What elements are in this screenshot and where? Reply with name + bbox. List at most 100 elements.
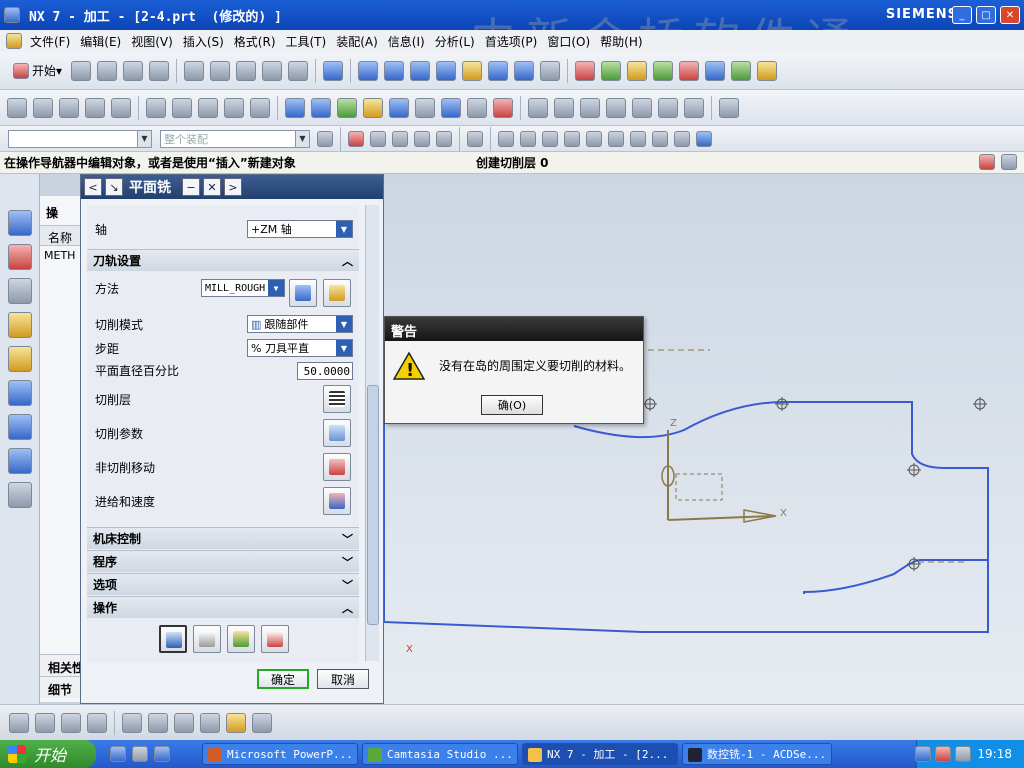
verify-icon[interactable] [337,97,357,118]
select-icon[interactable] [323,60,344,81]
layer-icon[interactable] [705,60,726,81]
midpoint-icon[interactable] [520,130,536,147]
print-icon[interactable] [149,60,170,81]
cancel-button[interactable]: 取消 [317,669,369,689]
blend-icon[interactable] [658,97,678,118]
shaded-icon[interactable] [514,60,535,81]
new-icon[interactable] [71,60,92,81]
generate-path-icon[interactable] [285,97,305,118]
assembly-navigator-icon[interactable] [8,210,32,236]
rect-select-icon[interactable] [467,130,483,147]
ruler-icon[interactable] [757,60,778,81]
constraint-navigator-icon[interactable] [8,244,32,270]
assembly-scope-combo[interactable]: 整个装配 ▼ [160,129,310,148]
menu-insert[interactable]: 插入(S) [178,33,229,50]
section-machine-control[interactable]: 机床控制 ﹀ [87,527,359,549]
perspective-icon[interactable] [488,60,509,81]
scroll-thumb[interactable] [367,385,379,625]
replay-path-icon[interactable] [311,97,331,118]
sphere-icon[interactable] [540,60,561,81]
menu-analysis[interactable]: 分析(L) [430,33,480,50]
start-button[interactable]: 开始 ▾ [10,62,62,79]
menu-info[interactable]: 信息(I) [383,33,430,50]
cut-op-icon[interactable] [198,97,218,118]
pan-icon[interactable] [462,60,483,81]
forward-icon[interactable]: > [224,178,242,196]
tool-view-icon[interactable] [111,97,131,118]
curve-icon[interactable] [414,130,430,147]
section-options[interactable]: 选项 ﹀ [87,573,359,595]
ok-button[interactable]: 确定 [257,669,309,689]
wcs-icon[interactable] [575,60,596,81]
material-icon[interactable] [226,712,246,733]
navigator-root[interactable]: METH [40,246,83,266]
save-icon[interactable] [123,60,144,81]
cut-pattern-dropdown[interactable]: ▥ 跟随部件 ▼ [247,315,353,333]
list-action-button[interactable] [261,625,289,653]
face-icon[interactable] [370,130,386,147]
create-method-icon[interactable] [87,712,107,733]
edit-op-icon[interactable] [172,97,192,118]
machine-tool-icon[interactable] [33,97,53,118]
subtract-icon[interactable] [606,97,626,118]
snap-icon[interactable] [348,130,364,147]
desktop-icon[interactable] [154,746,170,762]
verify-action-button[interactable] [227,625,255,653]
block-icon[interactable] [684,97,704,118]
task-powerpoint[interactable]: Microsoft PowerP... [202,743,358,765]
list-path-icon[interactable] [363,97,383,118]
endpoint-icon[interactable] [498,130,514,147]
menu-file[interactable]: 文件(F) [25,33,75,50]
delete-icon[interactable] [262,60,283,81]
dialog-close-icon[interactable]: ✕ [203,178,221,196]
section-program[interactable]: 程序 ﹀ [87,550,359,572]
replay-action-button[interactable] [193,625,221,653]
task-acdsee[interactable]: 数控铣-1 - ACDSe... [682,743,832,765]
point-icon[interactable] [630,130,646,147]
maximize-button[interactable]: □ [976,6,996,24]
operation-navigator-icon[interactable] [8,278,32,304]
create-geometry-icon[interactable] [61,712,81,733]
minimize-button[interactable]: _ [952,6,972,24]
menu-tools[interactable]: 工具(T) [281,33,332,50]
status-expand-icon[interactable] [1001,154,1017,170]
move-icon[interactable] [731,60,752,81]
method-dropdown[interactable]: MILL_ROUGH ▼ [201,279,285,297]
zoom-in-icon[interactable] [410,60,431,81]
quicklaunch-icon[interactable] [132,746,148,762]
intersection-icon[interactable] [564,130,580,147]
navigator-footer-details[interactable]: 细节 [40,676,84,698]
percent-input[interactable] [297,362,353,380]
geometry-view-icon[interactable] [59,97,79,118]
history-icon[interactable] [8,380,32,406]
body-select-icon[interactable] [392,130,408,147]
quadrant-icon[interactable] [608,130,624,147]
tray-volume-icon[interactable] [955,746,972,762]
method-view-icon[interactable] [85,97,105,118]
edge-icon[interactable] [436,130,452,147]
paste-icon[interactable] [236,60,257,81]
non-cut-moves-button[interactable] [323,453,351,481]
cut-levels-button[interactable] [323,385,351,413]
reuse-library-icon[interactable] [8,346,32,372]
analysis-icon[interactable] [679,60,700,81]
postprocess-icon[interactable] [389,97,409,118]
undo-icon[interactable] [288,60,309,81]
close-toolbar-icon[interactable] [719,97,739,118]
navigator-column-name[interactable]: 名称 [40,226,83,246]
menu-window[interactable]: 窗口(O) [542,33,595,50]
collapse-icon[interactable]: − [182,178,200,196]
zoom-icon[interactable] [384,60,405,81]
feature-icon[interactable] [627,60,648,81]
menu-assembly[interactable]: 装配(A) [331,33,383,50]
create-tool-icon[interactable] [35,712,55,733]
control-point-icon[interactable] [542,130,558,147]
measure-icon[interactable] [653,60,674,81]
stock-icon[interactable] [252,712,272,733]
back-icon[interactable]: < [84,178,102,196]
graphics-window[interactable]: Z X X [383,174,1024,704]
blank-icon[interactable] [200,712,220,733]
clsf-icon[interactable] [467,97,487,118]
create-program-icon[interactable] [9,712,29,733]
menu-preferences[interactable]: 首选项(P) [480,33,543,50]
